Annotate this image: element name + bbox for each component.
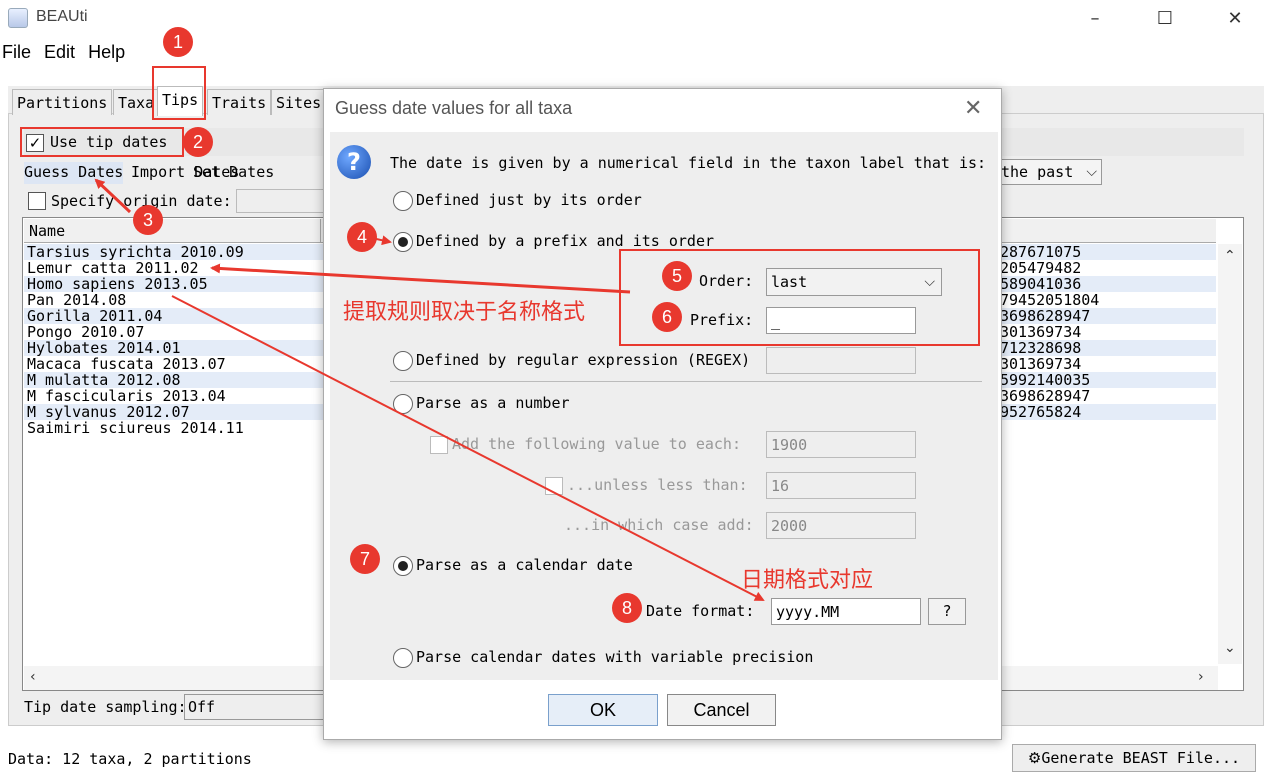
date-value-cell: 3698628947 xyxy=(1000,388,1091,404)
badge-5: 5 xyxy=(662,261,692,291)
date-value-cell: 3698628947 xyxy=(1000,308,1091,324)
date-direction-value: the past xyxy=(1001,163,1074,181)
taxon-name-cell: Lemur catta 2011.02 xyxy=(27,260,199,276)
dialog-separator xyxy=(390,381,982,382)
taxon-name-cell: M fascicularis 2013.04 xyxy=(27,388,226,404)
date-value-cell: 205479482 xyxy=(1000,260,1082,276)
annotation-box-tips xyxy=(152,66,206,120)
badge-2: 2 xyxy=(183,127,213,157)
case-add-label: ...in which case add: xyxy=(564,516,754,534)
taxon-name-cell: Hylobates 2014.01 xyxy=(27,340,181,356)
radio-calendar[interactable] xyxy=(393,556,413,576)
unless-input[interactable]: 16 xyxy=(766,472,916,499)
scroll-right-icon[interactable]: › xyxy=(1198,669,1204,685)
taxon-name-cell: Pongo 2010.07 xyxy=(27,324,145,340)
add-value-checkbox[interactable] xyxy=(430,436,448,454)
radio-calendar-label: Parse as a calendar date xyxy=(416,556,633,574)
scroll-up-icon[interactable]: ⌃ xyxy=(1224,248,1236,264)
taxon-name-cell: M mulatta 2012.08 xyxy=(27,372,181,388)
add-value-input[interactable]: 1900 xyxy=(766,431,916,458)
specify-origin-checkbox[interactable] xyxy=(28,192,46,210)
radio-number[interactable] xyxy=(393,394,413,414)
taxon-name-cell: Saimiri sciureus 2014.11 xyxy=(27,420,244,436)
date-direction-select[interactable]: the past ⌵ xyxy=(996,159,1102,185)
taxon-name-cell: Homo sapiens 2013.05 xyxy=(27,276,208,292)
radio-regex-label: Defined by regular expression (REGEX) xyxy=(416,351,751,369)
tab-traits[interactable]: Traits xyxy=(207,89,272,115)
radio-variable-precision[interactable] xyxy=(393,648,413,668)
radio-prefix-label: Defined by a prefix and its order xyxy=(416,232,715,250)
radio-number-label: Parse as a number xyxy=(416,394,570,412)
column-divider xyxy=(320,219,321,243)
date-value-cell: 952765824 xyxy=(1000,404,1082,420)
taxon-name-cell: M sylvanus 2012.07 xyxy=(27,404,190,420)
taxon-name-cell: Macaca fuscata 2013.07 xyxy=(27,356,226,372)
date-format-label: Date format: xyxy=(646,602,755,620)
dialog-title: Guess date values for all taxa xyxy=(335,98,573,118)
scroll-left-icon[interactable]: ‹ xyxy=(30,669,36,685)
menu-help[interactable]: Help xyxy=(86,40,127,63)
tip-date-sampling-select[interactable]: Off xyxy=(184,694,324,720)
gear-icon: ⚙ xyxy=(1027,749,1042,767)
date-value-cell: 301369734 xyxy=(1000,356,1082,372)
dialog-close-icon[interactable]: ✕ xyxy=(964,96,982,121)
taxon-name-cell: Tarsius syrichta 2010.09 xyxy=(27,244,244,260)
case-add-input[interactable]: 2000 xyxy=(766,512,916,539)
annotation-box-use-tip xyxy=(20,127,184,157)
badge-4: 4 xyxy=(347,222,377,252)
radio-prefix[interactable] xyxy=(393,232,413,252)
regex-input[interactable] xyxy=(766,347,916,374)
radio-order[interactable] xyxy=(393,191,413,211)
date-value-cell: 287671075 xyxy=(1000,244,1082,260)
column-name-header[interactable]: Name xyxy=(29,222,65,240)
cancel-button[interactable]: Cancel xyxy=(667,694,776,726)
date-value-cell: 712328698 xyxy=(1000,340,1082,356)
date-value-cell: 5992140035 xyxy=(1000,372,1091,388)
date-format-input[interactable]: yyyy.MM xyxy=(771,598,921,625)
generate-beast-file-button[interactable]: ⚙Generate BEAST File... xyxy=(1012,744,1256,772)
unless-checkbox[interactable] xyxy=(545,477,563,495)
badge-8: 8 xyxy=(612,593,642,623)
date-format-help-button[interactable]: ? xyxy=(928,598,966,625)
date-value-cell: 301369734 xyxy=(1000,324,1082,340)
badge-6: 6 xyxy=(652,302,682,332)
dialog-question: The date is given by a numerical field i… xyxy=(390,154,987,172)
scroll-down-icon[interactable]: ⌄ xyxy=(1224,640,1236,656)
tab-sites[interactable]: Sites xyxy=(271,89,327,115)
status-text: Data: 12 taxa, 2 partitions xyxy=(8,750,252,768)
date-value-cell: 79452051804 xyxy=(1000,292,1100,308)
minimize-button[interactable]: – xyxy=(1072,4,1118,34)
radio-regex[interactable] xyxy=(393,351,413,371)
annotation-note-rule: 提取规则取决于名称格式 xyxy=(343,300,586,325)
taxon-name-cell: Gorilla 2011.04 xyxy=(27,308,163,324)
ok-button[interactable]: OK xyxy=(548,694,658,726)
question-icon: ? xyxy=(337,145,371,179)
set-dates-button[interactable]: Set Dates xyxy=(193,162,274,184)
menu-file[interactable]: File xyxy=(0,40,33,63)
radio-variable-precision-label: Parse calendar dates with variable preci… xyxy=(416,648,814,666)
origin-date-input[interactable] xyxy=(236,189,326,213)
taxon-name-cell: Pan 2014.08 xyxy=(27,292,127,308)
unless-label: ...unless less than: xyxy=(567,476,748,494)
date-value-cell: 589041036 xyxy=(1000,276,1082,292)
badge-1: 1 xyxy=(163,27,193,57)
badge-7: 7 xyxy=(350,544,380,574)
guess-dates-button[interactable]: Guess Dates xyxy=(24,162,124,184)
radio-order-label: Defined just by its order xyxy=(416,191,642,209)
generate-label: Generate BEAST File... xyxy=(1041,749,1241,767)
badge-3: 3 xyxy=(133,205,163,235)
tip-date-sampling-label: Tip date sampling: xyxy=(24,698,187,716)
vertical-scrollbar[interactable]: ⌃ ⌄ xyxy=(1218,244,1242,664)
add-value-label: Add the following value to each: xyxy=(452,435,741,453)
tab-partitions[interactable]: Partitions xyxy=(12,89,113,115)
maximize-button[interactable]: ☐ xyxy=(1142,4,1188,34)
menu-edit[interactable]: Edit xyxy=(42,40,77,63)
close-button[interactable]: ✕ xyxy=(1212,4,1258,34)
app-icon xyxy=(8,8,28,28)
chevron-down-icon: ⌵ xyxy=(1086,164,1097,180)
annotation-note-format: 日期格式对应 xyxy=(741,568,874,593)
window-title: BEAUti xyxy=(36,8,88,25)
